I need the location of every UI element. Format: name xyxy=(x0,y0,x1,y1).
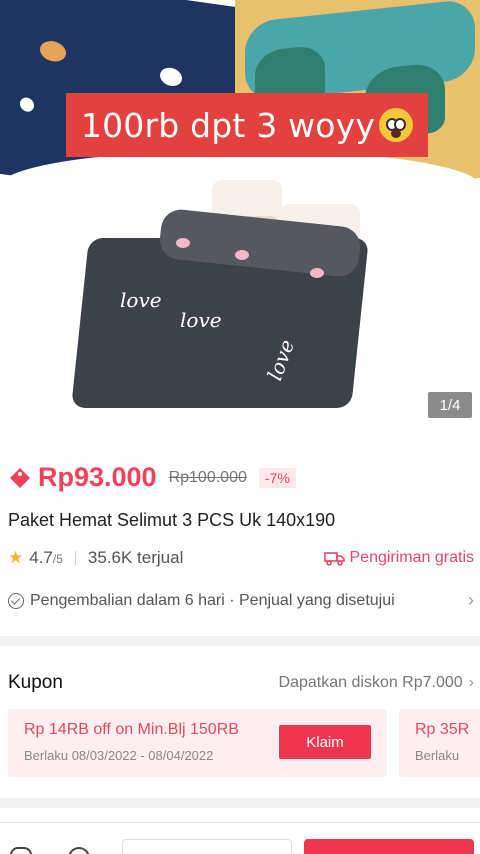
coupon-title: Kupon xyxy=(8,672,63,693)
free-shipping-link[interactable]: Pengiriman gratis xyxy=(323,549,475,567)
price-row: Rp93.000 Rp100.000 -7% xyxy=(8,462,296,493)
original-price: Rp100.000 xyxy=(168,468,247,486)
chat-icon[interactable] xyxy=(68,847,90,854)
claim-button[interactable]: Klaim xyxy=(279,725,371,759)
product-image-gallery[interactable]: love love love 100rb dpt 3 woyy 1/4 xyxy=(0,0,480,438)
chevron-right-icon: › xyxy=(468,674,474,691)
truck-icon xyxy=(323,552,345,566)
coupon-list[interactable]: Rp 14RB off on Min.Blj 150RB Berlaku 08/… xyxy=(8,709,480,777)
overlay-caption: 100rb dpt 3 woyy xyxy=(80,105,376,145)
coupon-value: Rp 14RB off on Min.Blj 150RB xyxy=(24,721,239,738)
chevron-right-icon: › xyxy=(468,590,474,610)
rating: 4.7/5 xyxy=(29,548,63,567)
bottom-action-bar xyxy=(0,822,480,854)
get-discount-link[interactable]: Dapatkan diskon Rp7.000 › xyxy=(279,674,474,692)
product-title: Paket Hemat Selimut 3 PCS Uk 140x190 xyxy=(8,510,336,530)
section-divider xyxy=(0,636,480,646)
section-divider xyxy=(0,798,480,808)
discount-badge: -7% xyxy=(258,467,296,488)
return-policy-text: Pengembalian dalam 6 hari · Penjual yang… xyxy=(30,591,395,609)
buy-now-button[interactable] xyxy=(304,839,474,854)
star-icon: ★ xyxy=(8,548,24,567)
coupon-validity: Berlaku 08/03/2022 - 08/04/2022 xyxy=(24,748,214,763)
sold-count: 35.6K terjual xyxy=(87,548,184,567)
bedding-set-image: love love love xyxy=(71,168,380,438)
check-circle-icon xyxy=(8,592,24,609)
coupon-card[interactable]: Rp 35R Berlaku xyxy=(399,709,480,777)
add-to-cart-button[interactable] xyxy=(122,839,292,854)
product-stats-row: ★ 4.7/5 35.6K terjual Pengiriman gratis xyxy=(8,548,474,568)
coupon-validity: Berlaku xyxy=(415,748,460,763)
return-policy-row[interactable]: Pengembalian dalam 6 hari · Penjual yang… xyxy=(8,590,474,611)
coupon-header[interactable]: Kupon Dapatkan diskon Rp7.000 › xyxy=(8,672,474,694)
divider xyxy=(74,551,76,565)
coupon-card[interactable]: Rp 14RB off on Min.Blj 150RB Berlaku 08/… xyxy=(8,709,387,777)
image-counter: 1/4 xyxy=(428,392,472,418)
coupon-value: Rp 35R xyxy=(415,721,470,738)
current-price: Rp93.000 xyxy=(38,462,157,492)
price-tag-icon xyxy=(8,466,32,490)
overlay-caption-banner: 100rb dpt 3 woyy xyxy=(66,93,428,157)
free-shipping-label: Pengiriman gratis xyxy=(349,549,475,566)
store-icon[interactable] xyxy=(10,847,32,854)
product-page: love love love 100rb dpt 3 woyy 1/4 Rp93… xyxy=(0,0,480,854)
scream-face-icon xyxy=(379,108,414,142)
